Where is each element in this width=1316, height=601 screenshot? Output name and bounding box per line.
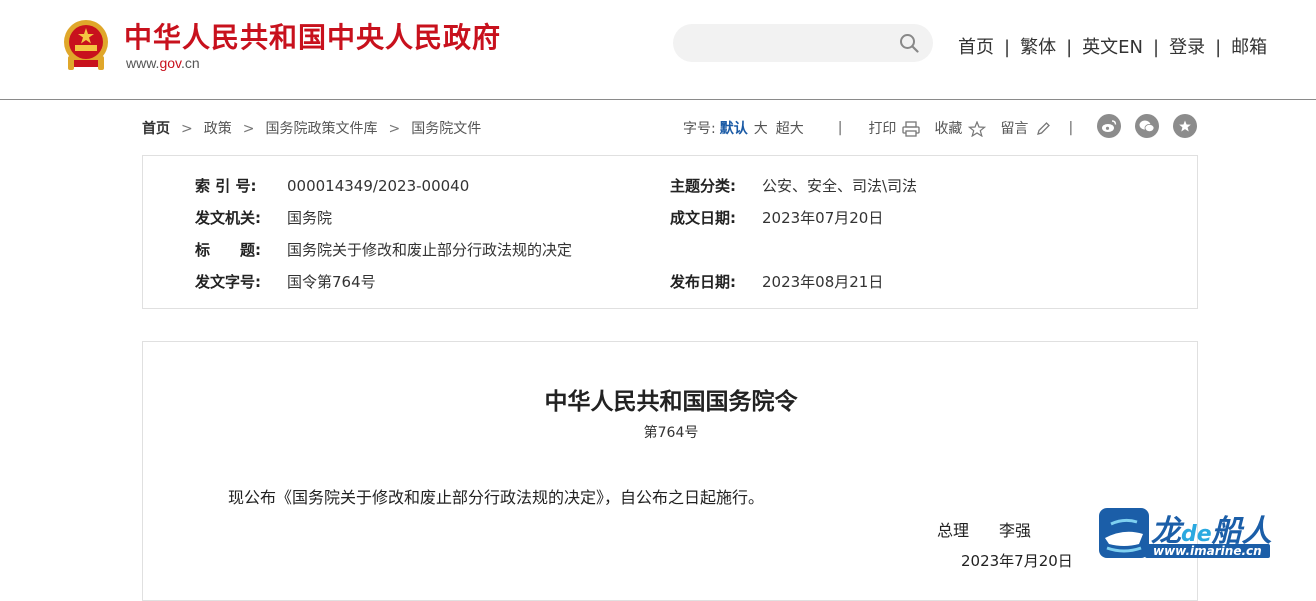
print-label: 打印 [868, 121, 897, 137]
nav-separator: | [1215, 37, 1222, 58]
info-title: 标 题: 国务院关于修改和废止部分行政法规的决定 [195, 239, 572, 260]
info-published-label: 发布日期: [670, 273, 736, 291]
watermark-logo: 龙de船人 www.imarine.cn [1099, 506, 1299, 561]
chevron-right-icon: > [388, 121, 401, 137]
info-topic: 主题分类: 公安、安全、司法\司法 [670, 175, 917, 196]
nav-separator: | [1004, 37, 1011, 58]
nav-traditional[interactable]: 繁体 [1020, 37, 1056, 58]
tools-divider: | [1068, 120, 1074, 136]
favorite-button[interactable]: 收藏 [934, 118, 987, 138]
info-published-date: 发布日期: 2023年08月21日 [670, 271, 883, 292]
nav-separator: | [1066, 37, 1073, 58]
signature-role: 总理 [937, 521, 970, 540]
comment-label: 留言 [1000, 121, 1029, 137]
breadcrumb-policy[interactable]: 政策 [204, 121, 232, 137]
document-body-box: 中华人民共和国国务院令 第764号 现公布《国务院关于修改和废止部分行政法规的决… [142, 341, 1198, 601]
info-index-label: 索 引 号: [195, 177, 257, 195]
nav-separator: | [1153, 37, 1160, 58]
star-icon[interactable] [1173, 114, 1197, 138]
national-emblem-icon[interactable] [60, 18, 112, 72]
nav-english[interactable]: 英文EN [1082, 37, 1143, 58]
search-box [673, 24, 933, 62]
breadcrumb-state-council-docs[interactable]: 国务院文件 [411, 121, 481, 137]
info-issuer: 发文机关: 国务院 [195, 207, 332, 228]
comment-button[interactable]: 留言 [1000, 118, 1052, 138]
site-url[interactable]: www.gov.cn [126, 55, 200, 71]
font-size-large[interactable]: 大 [754, 118, 768, 138]
document-info-box: 索 引 号: 000014349/2023-00040 主题分类: 公安、安全、司法… [142, 155, 1198, 309]
info-written-label: 成文日期: [670, 209, 736, 227]
breadcrumb-policy-library[interactable]: 国务院政策文件库 [265, 121, 377, 137]
site-url-suffix: .cn [181, 55, 200, 71]
info-index: 索 引 号: 000014349/2023-00040 [195, 175, 469, 196]
info-topic-label: 主题分类: [670, 177, 736, 195]
site-header: 中华人民共和国中央人民政府 www.gov.cn 首页 | 繁体 | 英文EN | 登录 | 邮… [0, 0, 1316, 100]
info-published-value: 2023年08月21日 [762, 273, 884, 291]
search-input[interactable] [691, 32, 891, 54]
document-text: 现公布《国务院关于修改和废止部分行政法规的决定》，自公布之日起施行。 [228, 488, 765, 507]
document-date: 2023年7月20日 [961, 552, 1073, 570]
signature-name: 李强 [999, 521, 1032, 540]
breadcrumb-home[interactable]: 首页 [142, 121, 170, 137]
chevron-right-icon: > [181, 121, 193, 137]
site-url-prefix: www. [126, 55, 160, 71]
tools-divider: | [837, 120, 843, 136]
info-docno-value: 国令第764号 [287, 273, 376, 291]
info-topic-value: 公安、安全、司法\司法 [762, 177, 918, 195]
chevron-right-icon: > [242, 121, 255, 137]
info-docno: 发文字号: 国令第764号 [195, 271, 376, 292]
print-button[interactable]: 打印 [868, 118, 921, 138]
font-size-default[interactable]: 默认 [720, 118, 748, 138]
font-size-xlarge[interactable]: 超大 [776, 118, 804, 138]
top-nav: 首页 | 繁体 | 英文EN | 登录 | 邮箱 [958, 33, 1267, 59]
info-index-value: 000014349/2023-00040 [287, 177, 470, 195]
nav-login[interactable]: 登录 [1169, 37, 1205, 58]
breadcrumb: 首页 > 政策 > 国务院政策文件库 > 国务院文件 [142, 118, 481, 138]
pencil-icon [1037, 122, 1051, 135]
breadcrumb-bar: 首页 > 政策 > 国务院政策文件库 > 国务院文件 字号: 默认 大 超大 | 打印 收藏… [142, 112, 1198, 142]
info-written-date: 成文日期: 2023年07月20日 [670, 207, 883, 228]
document-number: 第764号 [643, 425, 699, 441]
star-outline-icon [968, 121, 987, 137]
info-title-value: 国务院关于修改和废止部分行政法规的决定 [287, 241, 573, 259]
watermark-url: www.imarine.cn [1145, 544, 1270, 558]
weibo-icon[interactable] [1097, 114, 1121, 138]
site-url-gov: gov [159, 55, 181, 71]
info-issuer-value: 国务院 [287, 209, 333, 227]
font-size-label: 字号: [683, 121, 716, 137]
share-icons [1097, 114, 1197, 138]
favorite-label: 收藏 [934, 121, 963, 137]
info-title-label: 标 题: [195, 241, 261, 259]
printer-icon [902, 121, 921, 137]
info-written-value: 2023年07月20日 [762, 209, 884, 227]
page-tools: 字号: 默认 大 超大 | 打印 收藏 留言 | [683, 118, 1073, 138]
ship-logo-icon [1099, 508, 1149, 558]
info-docno-label: 发文字号: [195, 273, 261, 291]
nav-home[interactable]: 首页 [958, 37, 994, 58]
nav-mail[interactable]: 邮箱 [1231, 37, 1267, 58]
info-issuer-label: 发文机关: [195, 209, 261, 227]
wechat-icon[interactable] [1135, 114, 1159, 138]
document-signature: 总理 李强 [937, 517, 1061, 541]
document-title: 中华人民共和国国务院令 [544, 388, 798, 415]
search-icon[interactable] [899, 33, 919, 53]
site-title[interactable]: 中华人民共和国中央人民政府 [124, 16, 501, 56]
